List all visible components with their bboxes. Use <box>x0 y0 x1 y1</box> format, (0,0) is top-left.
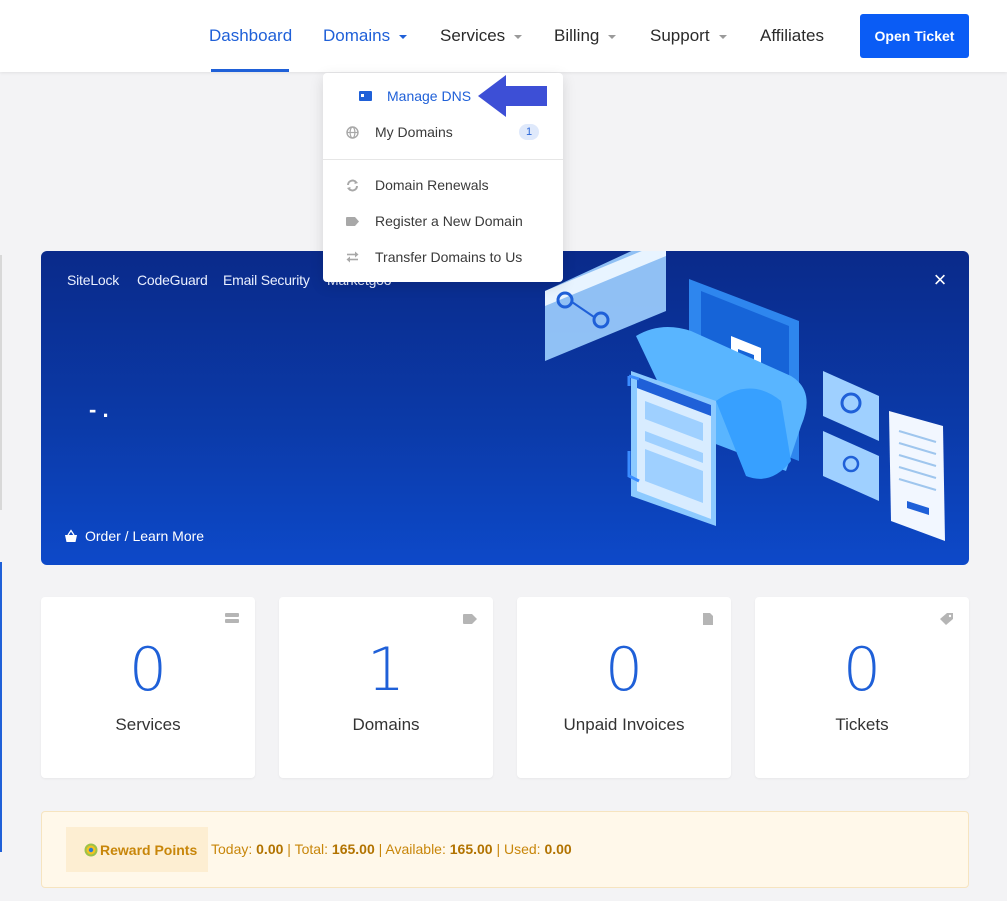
reward-points-badge[interactable]: Reward Points <box>66 827 208 872</box>
banner-tab-email-security[interactable]: Email Security <box>223 272 310 288</box>
reward-badge-icon <box>84 843 98 856</box>
services-tile[interactable]: 0 Services <box>41 597 255 778</box>
menu-item-register-domain[interactable]: Register a New Domain <box>323 206 563 236</box>
nav-services-label: Services <box>440 26 506 45</box>
globe-icon <box>345 125 359 139</box>
unpaid-invoices-tile[interactable]: 0 Unpaid Invoices <box>517 597 731 778</box>
services-count: 0 <box>128 635 168 705</box>
menu-item-label: Transfer Domains to Us <box>375 249 523 265</box>
nav-support[interactable]: Support <box>650 0 727 72</box>
caret-down-icon <box>399 34 408 39</box>
nav-domains-label: Domains <box>323 26 391 45</box>
top-navbar: Dashboard Domains Services Billing Suppo… <box>0 0 1007 72</box>
offscreen-panel-edge <box>0 255 2 510</box>
banner-headline: - . <box>89 397 109 422</box>
today-value: 0.00 <box>256 841 284 857</box>
nav-services[interactable]: Services <box>440 0 523 72</box>
menu-item-transfer-domains[interactable]: Transfer Domains to Us <box>323 242 563 272</box>
menu-item-domain-renewals[interactable]: Domain Renewals <box>323 170 563 200</box>
domain-count-badge: 1 <box>519 124 539 140</box>
reward-points-label: Reward Points <box>100 841 198 858</box>
tickets-label: Tickets <box>835 715 889 734</box>
promo-banner: SiteLock CodeGuard Email Security Market… <box>41 251 969 565</box>
nav-affiliates-label: Affiliates <box>760 26 824 45</box>
sync-icon <box>345 178 359 192</box>
domains-label: Domains <box>352 715 420 734</box>
today-label: Today: <box>211 841 253 857</box>
tickets-tile[interactable]: 0 Tickets <box>755 597 969 778</box>
order-learn-more-link[interactable]: Order / Learn More <box>64 527 204 545</box>
nav-support-label: Support <box>650 26 710 45</box>
menu-item-label: Manage DNS <box>387 88 472 104</box>
menu-item-my-domains[interactable]: My Domains 1 <box>323 117 563 147</box>
tickets-count: 0 <box>842 635 882 705</box>
open-ticket-button[interactable]: Open Ticket <box>860 14 969 58</box>
ticket-icon <box>940 613 953 625</box>
transfer-icon <box>345 250 359 264</box>
cta-label: Order / Learn More <box>85 528 205 544</box>
services-label: Services <box>115 715 181 734</box>
used-value: 0.00 <box>544 841 572 857</box>
id-card-icon <box>358 89 372 103</box>
nav-billing-label: Billing <box>554 26 600 45</box>
available-value: 165.00 <box>449 841 493 857</box>
nav-billing[interactable]: Billing <box>554 0 617 72</box>
security-illustration <box>545 251 945 541</box>
caret-down-icon <box>608 34 617 39</box>
banner-tab-codeguard[interactable]: CodeGuard <box>137 272 208 288</box>
menu-divider <box>323 159 563 160</box>
domains-count: 1 <box>366 635 406 705</box>
tag-icon <box>463 614 477 624</box>
total-label: Total: <box>294 841 329 857</box>
caret-down-icon <box>514 34 523 39</box>
annotation-arrow-icon <box>478 75 547 117</box>
menu-item-label: My Domains <box>375 124 453 140</box>
caret-down-icon <box>718 34 727 39</box>
nav-dashboard-label: Dashboard <box>209 26 293 45</box>
nav-affiliates[interactable]: Affiliates <box>760 0 824 72</box>
unpaid-invoices-label: Unpaid Invoices <box>563 715 685 734</box>
menu-item-label: Domain Renewals <box>375 177 489 193</box>
menu-item-label: Register a New Domain <box>375 213 523 229</box>
active-nav-underline <box>211 69 289 72</box>
used-label: Used: <box>504 841 541 857</box>
unpaid-invoices-count: 0 <box>604 635 644 705</box>
banner-tab-sitelock[interactable]: SiteLock <box>67 272 119 288</box>
document-icon <box>703 613 713 625</box>
reward-points-bar: Reward Points Today: 0.00 | Total: 165.0… <box>41 811 969 888</box>
total-value: 165.00 <box>331 841 375 857</box>
server-icon <box>225 613 239 623</box>
basket-icon <box>65 529 77 542</box>
reward-points-stats: Today: 0.00 | Total: 165.00 | Available:… <box>211 841 572 857</box>
available-label: Available: <box>385 841 446 857</box>
offscreen-sidebar-edge <box>0 562 2 852</box>
nav-domains[interactable]: Domains <box>323 0 408 72</box>
tag-icon <box>345 214 359 228</box>
domains-tile[interactable]: 1 Domains <box>279 597 493 778</box>
nav-dashboard[interactable]: Dashboard <box>209 0 292 72</box>
